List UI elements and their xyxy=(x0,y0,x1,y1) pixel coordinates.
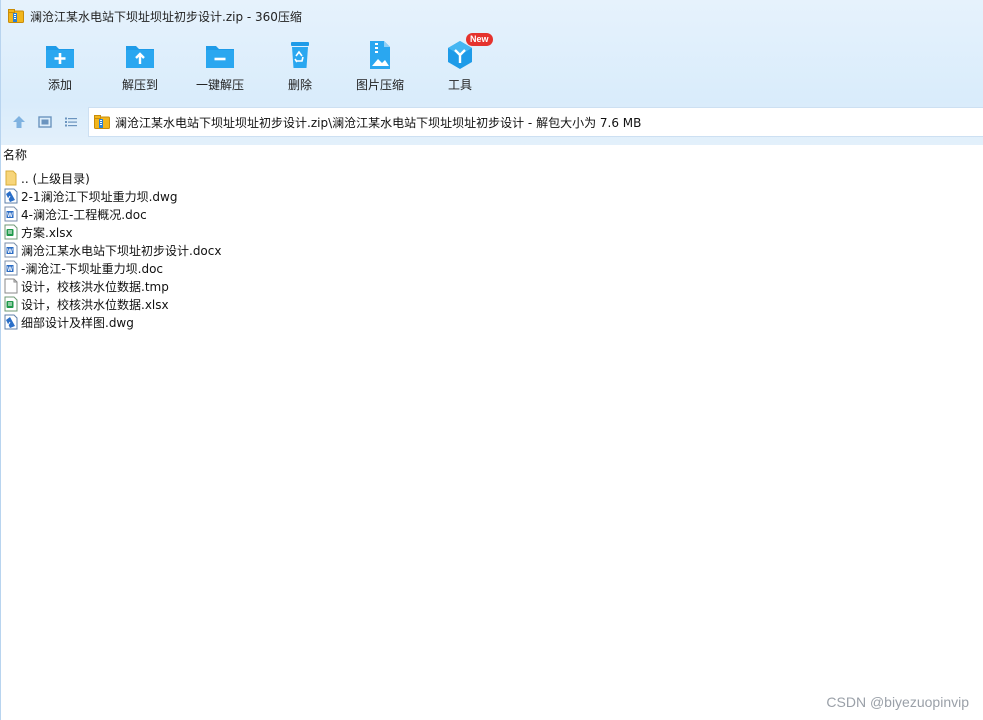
up-level-button[interactable] xyxy=(6,111,32,133)
file-name: 澜沧江某水电站下坝址初步设计.docx xyxy=(21,243,222,258)
list-item[interactable]: 方案.xlsx xyxy=(3,223,221,241)
column-name-label: 名称 xyxy=(3,148,28,162)
add-label: 添加 xyxy=(47,78,72,92)
add-button[interactable]: 添加 xyxy=(20,38,100,98)
excel-file-icon xyxy=(4,224,18,240)
one-click-extract-label: 一键解压 xyxy=(195,78,244,92)
one-click-extract-button[interactable]: 一键解压 xyxy=(180,38,260,98)
word-file-icon: W xyxy=(4,260,18,276)
app-window: 澜沧江某水电站下坝址坝址初步设计.zip - 360压缩 添加 解压到 一键解压… xyxy=(0,0,983,720)
file-name: -澜沧江-下坝址重力坝.doc xyxy=(21,261,164,276)
folder-icon xyxy=(5,170,17,186)
blank-file-icon xyxy=(4,278,18,294)
delete-button[interactable]: 删除 xyxy=(260,38,340,98)
arrow-up-icon xyxy=(13,116,25,128)
list-item[interactable]: 细部设计及样图.dwg xyxy=(3,313,221,331)
list-view-button[interactable] xyxy=(58,111,84,133)
recycle-bin-icon xyxy=(291,42,309,68)
svg-text:W: W xyxy=(7,267,13,273)
image-compress-icon xyxy=(370,41,390,69)
address-path: 澜沧江某水电站下坝址坝址初步设计.zip\澜沧江某水电站下坝址坝址初步设计 - … xyxy=(115,115,642,130)
window-title: 澜沧江某水电站下坝址坝址初步设计.zip - 360压缩 xyxy=(30,9,302,24)
list-item[interactable]: 设计，校核洪水位数据.tmp xyxy=(3,277,221,295)
new-badge: New xyxy=(466,33,493,46)
delete-label: 删除 xyxy=(287,78,312,92)
image-compress-button[interactable]: 图片压缩 xyxy=(340,38,420,98)
word-file-icon: W xyxy=(4,242,18,258)
file-list: .. (上级目录) 2-1澜沧江下坝址重力坝.dwg W 4-澜沧江-工程概况.… xyxy=(3,169,221,331)
left-border xyxy=(0,145,1,720)
column-header-name[interactable]: 名称 xyxy=(0,146,983,164)
file-name: 设计，校核洪水位数据.tmp xyxy=(21,279,169,294)
thumbnail-view-icon xyxy=(38,116,52,128)
file-name: 细部设计及样图.dwg xyxy=(21,315,134,330)
address-bar[interactable]: 澜沧江某水电站下坝址坝址初步设计.zip\澜沧江某水电站下坝址坝址初步设计 - … xyxy=(88,107,983,137)
address-row: 澜沧江某水电站下坝址坝址初步设计.zip\澜沧江某水电站下坝址坝址初步设计 - … xyxy=(0,106,983,138)
title-bar: 澜沧江某水电站下坝址坝址初步设计.zip - 360压缩 xyxy=(0,0,983,32)
list-item[interactable]: W 4-澜沧江-工程概况.doc xyxy=(3,205,221,223)
file-name: 设计，校核洪水位数据.xlsx xyxy=(21,297,169,312)
list-view-icon xyxy=(65,117,77,127)
list-item[interactable]: 设计，校核洪水位数据.xlsx xyxy=(3,295,221,313)
file-name: 方案.xlsx xyxy=(21,225,73,240)
watermark: CSDN @biyezuopinvip xyxy=(826,694,969,710)
thumbnail-view-button[interactable] xyxy=(32,111,58,133)
archive-icon xyxy=(94,115,110,129)
word-file-icon: W xyxy=(4,206,18,222)
dwg-file-icon xyxy=(4,188,18,204)
file-name: 2-1澜沧江下坝址重力坝.dwg xyxy=(21,189,178,204)
svg-text:W: W xyxy=(7,249,13,255)
svg-text:W: W xyxy=(7,213,13,219)
file-name: 4-澜沧江-工程概况.doc xyxy=(21,207,147,222)
list-item[interactable]: 2-1澜沧江下坝址重力坝.dwg xyxy=(3,187,221,205)
one-click-extract-icon xyxy=(206,46,234,68)
archive-icon xyxy=(8,9,24,23)
tools-label: 工具 xyxy=(447,78,472,92)
tools-button[interactable]: New 工具 xyxy=(420,33,500,98)
list-item[interactable]: W 澜沧江某水电站下坝址初步设计.docx xyxy=(3,241,221,259)
list-item[interactable]: .. (上级目录) xyxy=(3,169,221,187)
add-folder-icon xyxy=(46,46,74,68)
extract-to-button[interactable]: 解压到 xyxy=(100,38,180,98)
extract-to-icon xyxy=(126,46,154,68)
toolbar: 添加 解压到 一键解压 删除 图片压缩 New 工具 xyxy=(20,33,500,98)
file-name: .. (上级目录) xyxy=(21,171,90,186)
dwg-file-icon xyxy=(4,314,18,330)
extract-to-label: 解压到 xyxy=(121,78,158,92)
excel-file-icon xyxy=(4,296,18,312)
image-compress-label: 图片压缩 xyxy=(355,78,404,92)
list-item[interactable]: W -澜沧江-下坝址重力坝.doc xyxy=(3,259,221,277)
